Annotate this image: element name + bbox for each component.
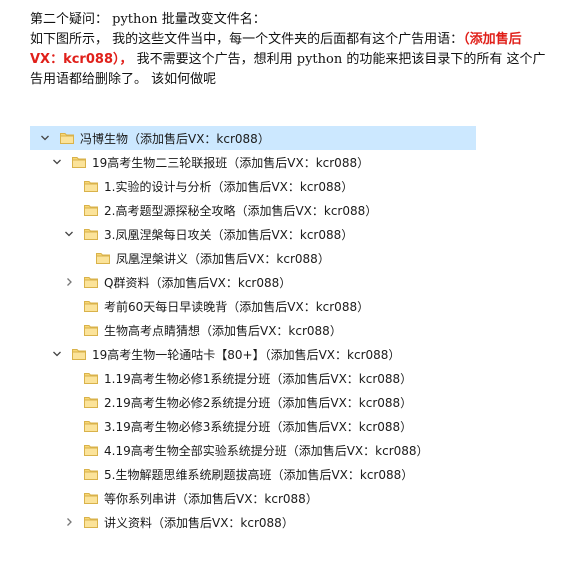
folder-icon	[84, 228, 98, 240]
folder-tree-item[interactable]: 2.高考题型源探秘全攻略（添加售后VX：kcr088）	[30, 198, 476, 222]
ad-text-highlight: （添加售后	[463, 32, 522, 47]
folder-name: 19高考生物二三轮联报班（添加售后VX：kcr088）	[92, 155, 370, 170]
folder-icon	[72, 348, 86, 360]
question-heading: 第二个疑问： python 批量改变文件名：	[30, 12, 266, 27]
folder-name: 1.19高考生物必修1系统提分班（添加售后VX：kcr088）	[104, 371, 413, 386]
folder-tree-item[interactable]: 等你系列串讲（添加售后VX：kcr088）	[30, 486, 476, 510]
folder-tree-item[interactable]: 1.实验的设计与分析（添加售后VX：kcr088）	[30, 174, 476, 198]
folder-tree: 冯博生物（添加售后VX：kcr088） 19高考生物二三轮联报班（添加售后VX：k…	[30, 126, 476, 534]
folder-tree-item[interactable]: Q群资料（添加售后VX：kcr088）	[30, 270, 476, 294]
folder-icon	[84, 492, 98, 504]
chevron-down-icon[interactable]	[62, 227, 76, 241]
chevron-placeholder	[74, 251, 88, 265]
paragraph-text: 我不需要这个广告，想利用 python 的功能来把该目录下的所有 这个广	[132, 52, 546, 67]
folder-name: 1.实验的设计与分析（添加售后VX：kcr088）	[104, 179, 354, 194]
chevron-placeholder	[62, 371, 76, 385]
folder-tree-item[interactable]: 3.凤凰涅槃每日攻关（添加售后VX：kcr088）	[30, 222, 476, 246]
folder-tree-item[interactable]: 19高考生物一轮通咕卡【80+】（添加售后VX：kcr088）	[30, 342, 476, 366]
folder-icon	[84, 276, 98, 288]
chevron-placeholder	[62, 299, 76, 313]
folder-name: 等你系列串讲（添加售后VX：kcr088）	[104, 491, 318, 506]
folder-name: 4.19高考生物全部实验系统提分班（添加售后VX：kcr088）	[104, 443, 429, 458]
folder-name: 3.凤凰涅槃每日攻关（添加售后VX：kcr088）	[104, 227, 354, 242]
folder-name: 考前60天每日早读晚背（添加售后VX：kcr088）	[104, 299, 370, 314]
folder-tree-item[interactable]: 考前60天每日早读晚背（添加售后VX：kcr088）	[30, 294, 476, 318]
folder-icon	[72, 156, 86, 168]
folder-icon	[60, 132, 74, 144]
folder-tree-item[interactable]: 凤凰涅槃讲义（添加售后VX：kcr088）	[30, 246, 476, 270]
folder-icon	[84, 396, 98, 408]
folder-tree-item[interactable]: 5.生物解题思维系统刷题拔高班（添加售后VX：kcr088）	[30, 462, 476, 486]
folder-name: 2.19高考生物必修2系统提分班（添加售后VX：kcr088）	[104, 395, 413, 410]
chevron-placeholder	[62, 179, 76, 193]
paragraph-line: 如下图所示， 我的这些文件当中，每一个文件夹的后面都有这个广告用语：（添加售后	[30, 30, 566, 50]
ad-text-highlight: VX：kcr088），	[30, 52, 133, 67]
chevron-down-icon[interactable]	[50, 347, 64, 361]
folder-name: 冯博生物（添加售后VX：kcr088）	[80, 131, 270, 146]
folder-tree-item[interactable]: 生物高考点睛猜想（添加售后VX：kcr088）	[30, 318, 476, 342]
folder-icon	[84, 516, 98, 528]
folder-name: 凤凰涅槃讲义（添加售后VX：kcr088）	[116, 251, 330, 266]
chevron-down-icon[interactable]	[38, 131, 52, 145]
paragraph-line: VX：kcr088）， 我不需要这个广告，想利用 python 的功能来把该目录…	[30, 50, 566, 70]
folder-name: 生物高考点睛猜想（添加售后VX：kcr088）	[104, 323, 342, 338]
folder-tree-item[interactable]: 4.19高考生物全部实验系统提分班（添加售后VX：kcr088）	[30, 438, 476, 462]
chevron-placeholder	[62, 203, 76, 217]
folder-tree-item[interactable]: 3.19高考生物必修3系统提分班（添加售后VX：kcr088）	[30, 414, 476, 438]
chevron-down-icon[interactable]	[50, 155, 64, 169]
folder-name: 3.19高考生物必修3系统提分班（添加售后VX：kcr088）	[104, 419, 413, 434]
paragraph-line: 告用语都给删除了。 该如何做呢	[30, 70, 566, 90]
folder-name: 讲义资料（添加售后VX：kcr088）	[104, 515, 294, 530]
folder-icon	[84, 324, 98, 336]
folder-icon	[84, 420, 98, 432]
folder-tree-item[interactable]: 冯博生物（添加售后VX：kcr088）	[30, 126, 476, 150]
folder-tree-item[interactable]: 1.19高考生物必修1系统提分班（添加售后VX：kcr088）	[30, 366, 476, 390]
chevron-placeholder	[62, 443, 76, 457]
folder-tree-item[interactable]: 2.19高考生物必修2系统提分班（添加售后VX：kcr088）	[30, 390, 476, 414]
folder-name: 5.生物解题思维系统刷题拔高班（添加售后VX：kcr088）	[104, 467, 414, 482]
folder-icon	[84, 444, 98, 456]
chevron-placeholder	[62, 467, 76, 481]
folder-name: 2.高考题型源探秘全攻略（添加售后VX：kcr088）	[104, 203, 378, 218]
folder-tree-item[interactable]: 19高考生物二三轮联报班（添加售后VX：kcr088）	[30, 150, 476, 174]
chevron-placeholder	[62, 419, 76, 433]
chevron-right-icon[interactable]	[62, 515, 76, 529]
chevron-placeholder	[62, 395, 76, 409]
paragraph-text: 告用语都给删除了。 该如何做呢	[30, 72, 217, 87]
folder-icon	[84, 204, 98, 216]
folder-icon	[84, 180, 98, 192]
chevron-placeholder	[62, 323, 76, 337]
question-text: 第二个疑问： python 批量改变文件名： 如下图所示， 我的这些文件当中，每…	[30, 10, 566, 90]
folder-icon	[84, 300, 98, 312]
folder-icon	[96, 252, 110, 264]
paragraph-text: 如下图所示， 我的这些文件当中，每一个文件夹的后面都有这个广告用语：	[30, 32, 464, 47]
folder-icon	[84, 468, 98, 480]
chevron-placeholder	[62, 491, 76, 505]
folder-name: Q群资料（添加售后VX：kcr088）	[104, 275, 292, 290]
folder-name: 19高考生物一轮通咕卡【80+】（添加售后VX：kcr088）	[92, 347, 401, 362]
folder-tree-item[interactable]: 讲义资料（添加售后VX：kcr088）	[30, 510, 476, 534]
folder-icon	[84, 372, 98, 384]
chevron-right-icon[interactable]	[62, 275, 76, 289]
paragraph-line: 第二个疑问： python 批量改变文件名：	[30, 10, 566, 30]
